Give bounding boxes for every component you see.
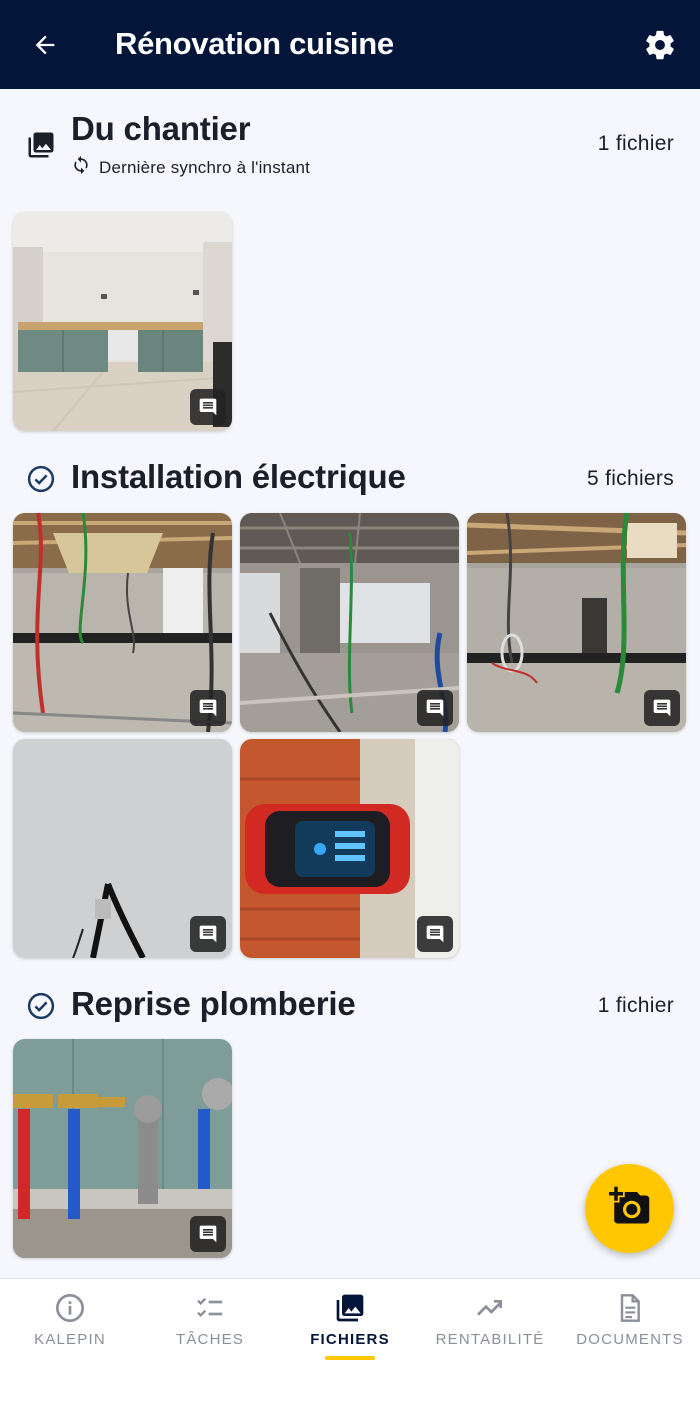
sync-icon xyxy=(71,155,91,180)
tab-taches[interactable]: TÂCHES xyxy=(140,1279,280,1379)
gear-icon[interactable] xyxy=(640,25,680,65)
check-circle-icon xyxy=(26,464,56,499)
comment-icon xyxy=(417,916,453,952)
document-icon xyxy=(613,1291,647,1325)
section-title: Du chantier xyxy=(71,110,251,147)
tab-label: KALEPIN xyxy=(34,1331,106,1348)
comment-icon xyxy=(190,389,226,425)
comment-icon xyxy=(417,690,453,726)
page-title: Rénovation cuisine xyxy=(115,26,394,61)
tab-kalepin[interactable]: KALEPIN xyxy=(0,1279,140,1379)
tab-fichiers[interactable]: FICHIERS xyxy=(280,1279,420,1379)
top-app-bar: Rénovation cuisine xyxy=(0,0,700,89)
comment-icon xyxy=(190,1216,226,1252)
photo-library-icon xyxy=(333,1291,367,1325)
sync-status: Dernière synchro à l'instant xyxy=(71,155,310,180)
comment-icon xyxy=(190,916,226,952)
photo-thumbnail[interactable] xyxy=(240,513,459,732)
tab-label: DOCUMENTS xyxy=(576,1331,684,1348)
checklist-icon xyxy=(193,1291,227,1325)
arrow-left-icon[interactable] xyxy=(26,26,64,64)
section-title: Installation électrique xyxy=(71,458,406,495)
trending-up-icon xyxy=(473,1291,507,1325)
photo-thumbnail[interactable] xyxy=(467,513,686,732)
sync-text: Dernière synchro à l'instant xyxy=(99,157,311,177)
photo-thumbnail[interactable] xyxy=(240,739,459,958)
section-file-count: 1 fichier xyxy=(597,994,674,1017)
tab-label: RENTABILITÉ xyxy=(435,1331,545,1348)
section-title: Reprise plomberie xyxy=(71,985,356,1022)
active-tab-indicator xyxy=(325,1356,375,1360)
comment-icon xyxy=(190,690,226,726)
app-screen: Rénovation cuisine Du chantier 1 fichier… xyxy=(0,0,700,1422)
section-file-count: 5 fichiers xyxy=(586,467,674,490)
check-circle-icon xyxy=(26,991,56,1026)
add-photo-button[interactable] xyxy=(585,1164,674,1253)
comment-icon xyxy=(644,690,680,726)
tab-label: TÂCHES xyxy=(175,1331,245,1348)
tab-rentabilite[interactable]: RENTABILITÉ xyxy=(420,1279,560,1379)
bottom-navigation: KALEPIN TÂCHES FICHIERS RENTABILITÉ DOCU… xyxy=(0,1278,700,1422)
add-photo-icon xyxy=(608,1185,651,1232)
photo-thumbnail[interactable] xyxy=(13,212,232,431)
photo-library-icon xyxy=(26,130,56,165)
photo-thumbnail[interactable] xyxy=(13,513,232,732)
section-file-count: 1 fichier xyxy=(597,132,674,155)
photo-thumbnail[interactable] xyxy=(13,1039,232,1258)
tab-label: FICHIERS xyxy=(310,1331,390,1348)
tab-documents[interactable]: DOCUMENTS xyxy=(560,1279,700,1379)
photo-thumbnail[interactable] xyxy=(13,739,232,958)
info-icon xyxy=(53,1291,87,1325)
